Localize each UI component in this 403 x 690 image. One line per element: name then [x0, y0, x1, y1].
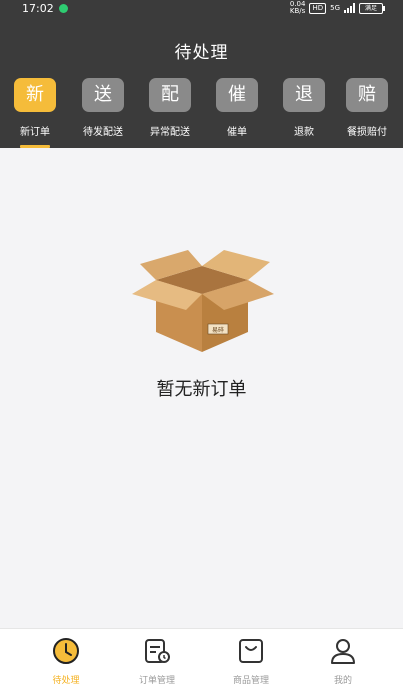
tab-glyph: 退: [283, 78, 325, 112]
nav-label: 订单管理: [138, 676, 175, 686]
order-category-tabs: 新 新订单 送 待发配送 配 异常配送 催 催单 退 退款 赔 餐损赔付: [0, 78, 403, 148]
shopping-bag-icon: [239, 639, 263, 663]
signal-icon: [344, 3, 355, 13]
status-bar: 17:02 0.04 KB/s HD 5G 满足: [0, 0, 403, 18]
bottom-navigation: 待处理 订单管理 商品管理 我的: [0, 628, 403, 690]
tab-refunds[interactable]: 退 退款: [273, 78, 335, 148]
tab-glyph: 配: [149, 78, 191, 112]
person-icon: [331, 639, 355, 664]
status-time: 17:02: [22, 2, 54, 15]
tab-glyph: 赔: [346, 78, 388, 112]
nav-label: 我的: [333, 676, 352, 686]
empty-state: 易碎 暂无新订单: [0, 148, 403, 628]
header: 17:02 0.04 KB/s HD 5G 满足 待处理 新 新订单 送 待发配…: [0, 0, 403, 148]
hd-icon: HD: [309, 2, 327, 14]
nav-label: 待处理: [52, 676, 80, 686]
tab-label: 新订单: [20, 127, 50, 138]
tab-label: 异常配送: [150, 127, 190, 138]
notification-dot-icon: [59, 4, 68, 13]
net-speed: 0.04 KB/s: [289, 0, 306, 15]
status-indicators: 0.04 KB/s HD 5G 满足: [289, 0, 385, 15]
battery-icon: 满足: [359, 2, 385, 14]
box-label: 易碎: [212, 326, 224, 334]
tab-label: 餐损赔付: [347, 127, 387, 138]
nav-profile[interactable]: 我的: [308, 637, 378, 686]
empty-box-icon: 易碎: [132, 250, 274, 352]
tab-glyph: 催: [216, 78, 258, 112]
nav-pending[interactable]: 待处理: [31, 637, 101, 686]
tab-glyph: 新: [14, 78, 56, 112]
tab-new-orders[interactable]: 新 新订单: [4, 78, 66, 148]
nav-label: 商品管理: [232, 676, 269, 686]
tab-glyph: 送: [82, 78, 124, 112]
empty-message: 暂无新订单: [156, 379, 247, 400]
nav-product-management[interactable]: 商品管理: [216, 637, 286, 686]
page-title: 待处理: [174, 43, 229, 63]
order-list-icon: [145, 639, 170, 663]
nav-order-management[interactable]: 订单管理: [122, 637, 192, 686]
tab-meal-damage-compensation[interactable]: 赔 餐损赔付: [336, 78, 398, 148]
tab-abnormal-delivery[interactable]: 配 异常配送: [139, 78, 201, 148]
network-label: 5G: [330, 4, 340, 12]
tab-label: 催单: [227, 127, 247, 138]
tab-reminders[interactable]: 催 催单: [206, 78, 268, 148]
tab-label: 待发配送: [83, 127, 123, 138]
tab-label: 退款: [294, 127, 314, 138]
tab-pending-delivery[interactable]: 送 待发配送: [72, 78, 134, 148]
clock-icon: [53, 638, 79, 664]
